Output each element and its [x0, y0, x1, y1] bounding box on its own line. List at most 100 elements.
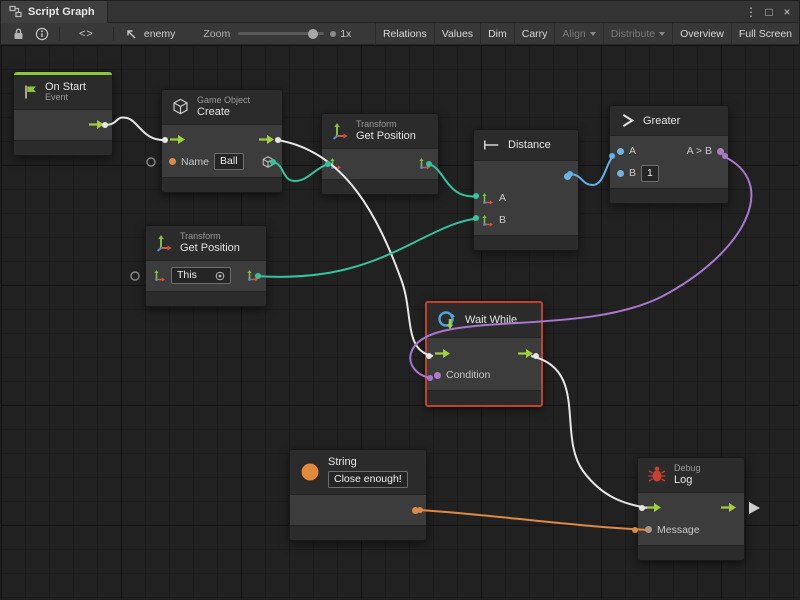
distance-output-port[interactable]: [564, 173, 571, 180]
flow-input-arrow-icon[interactable]: [645, 502, 662, 513]
greater-output-port[interactable]: [717, 148, 724, 155]
string-value-field[interactable]: Close enough!: [328, 471, 408, 488]
node-title: Greater: [643, 115, 680, 127]
input-a-label: A: [629, 145, 636, 157]
flow-output-arrow-icon[interactable]: [88, 119, 105, 130]
message-input-port[interactable]: [645, 526, 652, 533]
name-port-label: Name: [181, 156, 209, 168]
node-title: Get Position: [180, 242, 240, 254]
flow-input-arrow-icon[interactable]: [169, 134, 186, 145]
zoom-reset-dot[interactable]: [330, 31, 336, 37]
transform-icon: [331, 122, 349, 140]
toolbar-buttons: Relations Values Dim Carry Align Distrib…: [375, 23, 799, 45]
align-label: Align: [562, 28, 585, 40]
cube-icon: [171, 97, 190, 116]
input-b-label: B: [629, 167, 636, 179]
node-wait-while[interactable]: Wait While Condition: [425, 301, 543, 407]
node-category: Debug: [674, 464, 701, 474]
graph-toolbar: <> enemy Zoom 1x Relations Values Dim Ca…: [1, 23, 799, 45]
tab-script-graph[interactable]: Script Graph: [1, 1, 108, 23]
zoom-slider[interactable]: [238, 23, 324, 45]
target-dropdown[interactable]: This: [171, 267, 231, 284]
vector3-port-icon[interactable]: [481, 214, 494, 227]
input-b-label: B: [499, 214, 506, 226]
node-footer: [322, 180, 438, 194]
more-options-icon[interactable]: ⋮: [743, 5, 759, 19]
string-icon: [299, 461, 321, 483]
chevron-down-icon: [590, 32, 596, 36]
maximize-icon[interactable]: □: [761, 5, 777, 19]
close-icon[interactable]: ×: [779, 5, 795, 19]
node-footer: [290, 526, 426, 540]
overview-button[interactable]: Overview: [672, 23, 731, 45]
node-footer: [610, 189, 728, 203]
node-title: String: [328, 456, 408, 468]
bug-icon: [647, 465, 667, 484]
condition-input-port[interactable]: [434, 372, 441, 379]
relations-button[interactable]: Relations: [375, 23, 434, 45]
string-output-port[interactable]: [412, 507, 419, 514]
vector3-port-icon[interactable]: [481, 192, 494, 205]
flow-output-arrow-icon[interactable]: [720, 502, 737, 513]
greater-icon: [619, 112, 636, 129]
zoom-slider-knob[interactable]: [308, 29, 318, 39]
node-title: Log: [674, 474, 701, 486]
carry-button[interactable]: Carry: [514, 23, 555, 45]
node-get-position-1[interactable]: Transform Get Position: [321, 113, 439, 195]
message-label: Message: [657, 524, 700, 536]
name-field[interactable]: Ball: [214, 153, 244, 170]
flow-output-arrow-icon[interactable]: [258, 134, 275, 145]
vector3-output-port-icon[interactable]: [246, 269, 259, 282]
node-footer: [427, 391, 541, 405]
window-title: Script Graph: [28, 6, 95, 18]
input-a-label: A: [499, 192, 506, 204]
lock-icon[interactable]: [7, 23, 30, 45]
node-title: Create: [197, 106, 250, 118]
code-icon[interactable]: <>: [65, 28, 108, 40]
node-distance[interactable]: Distance A B: [473, 129, 579, 251]
node-category: Transform: [356, 120, 416, 130]
script-graph-icon: [9, 5, 22, 18]
node-footer: [14, 141, 112, 155]
wait-while-clock-icon: [436, 309, 458, 331]
object-picker-icon[interactable]: [215, 271, 225, 281]
dim-button[interactable]: Dim: [480, 23, 514, 45]
output-label: A > B: [687, 145, 712, 157]
input-b-port[interactable]: [617, 170, 624, 177]
node-log[interactable]: Debug Log Message: [637, 457, 745, 561]
fullscreen-button[interactable]: Full Screen: [731, 23, 799, 45]
values-button[interactable]: Values: [434, 23, 480, 45]
node-title: Get Position: [356, 130, 416, 142]
node-footer: [474, 236, 578, 250]
graph-pointer-icon: [119, 23, 142, 45]
info-icon[interactable]: [30, 23, 54, 45]
b-value-field[interactable]: 1: [641, 165, 659, 182]
distance-icon: [483, 138, 501, 152]
target-value: This: [177, 269, 197, 282]
name-input-port[interactable]: [169, 158, 176, 165]
script-graph-window: Script Graph ⋮ □ × <> enemy Zoom 1x Rela: [0, 0, 800, 600]
flow-input-arrow-icon[interactable]: [434, 348, 451, 359]
vector3-output-port-icon[interactable]: [418, 157, 431, 170]
node-greater[interactable]: Greater A A > B B 1: [609, 105, 729, 204]
flow-output-arrow-icon[interactable]: [517, 348, 534, 359]
node-subtitle: Event: [45, 93, 86, 103]
node-on-start[interactable]: On Start Event: [13, 71, 113, 156]
graph-name[interactable]: enemy: [144, 28, 176, 40]
node-get-position-2[interactable]: Transform Get Position This: [145, 225, 267, 307]
node-create[interactable]: Game Object Create Name Ball: [161, 89, 283, 193]
zoom-label: Zoom: [203, 28, 230, 40]
game-object-output-port-cube-icon[interactable]: [261, 155, 275, 169]
toolbar-divider: [113, 27, 114, 41]
input-a-port[interactable]: [617, 148, 624, 155]
node-footer: [162, 178, 282, 192]
node-string[interactable]: String Close enough!: [289, 449, 427, 541]
titlebar: Script Graph ⋮ □ ×: [1, 1, 799, 23]
zoom-value: 1x: [340, 28, 351, 40]
distribute-button[interactable]: Distribute: [603, 23, 672, 45]
align-button[interactable]: Align: [554, 23, 602, 45]
transform-input-port-icon[interactable]: [329, 157, 342, 170]
node-footer: [638, 546, 744, 560]
flag-icon: [23, 84, 38, 100]
transform-input-port-icon[interactable]: [153, 269, 166, 282]
